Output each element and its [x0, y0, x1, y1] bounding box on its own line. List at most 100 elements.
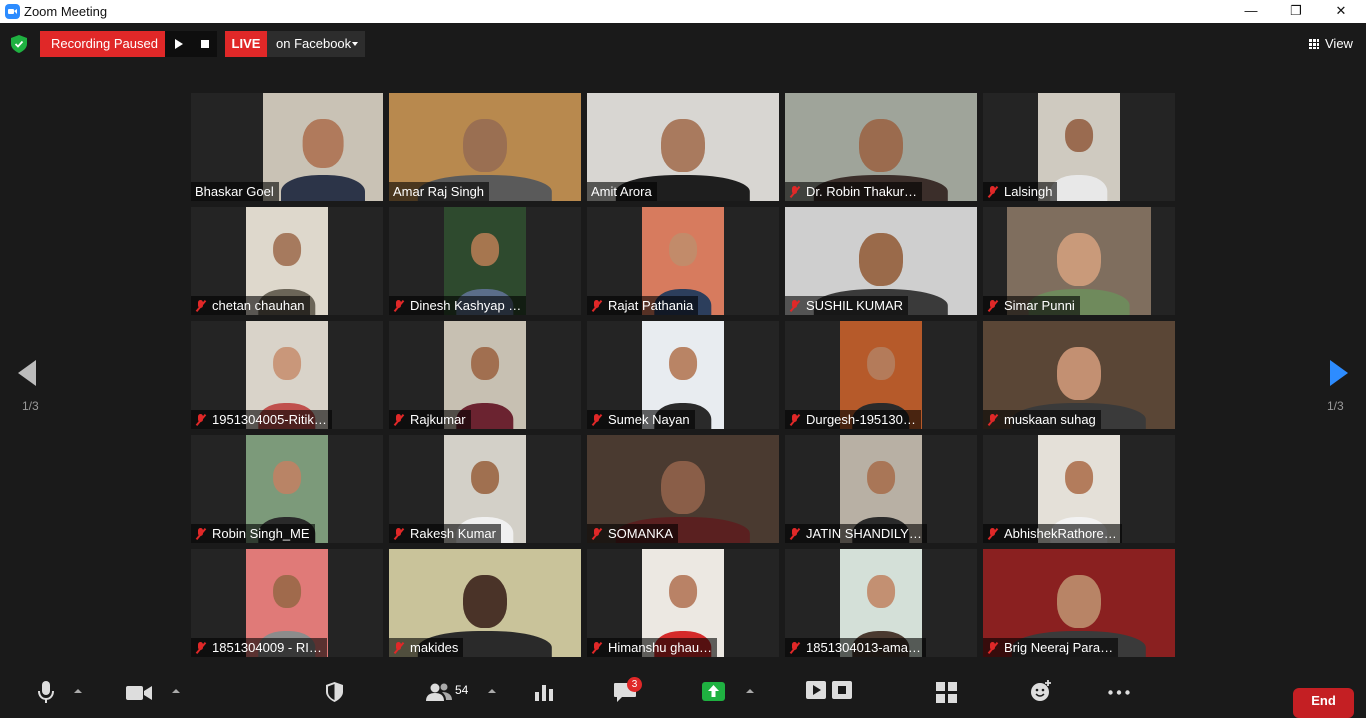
- page-indicator-left: 1/3: [22, 399, 39, 413]
- participant-body: [1050, 175, 1108, 201]
- resume-recording-icon[interactable]: [175, 39, 183, 49]
- participant-face: [1065, 460, 1093, 495]
- video-options-caret-icon[interactable]: [172, 689, 180, 693]
- participant-tile[interactable]: Simar Punni: [983, 207, 1175, 315]
- participant-tile[interactable]: 1951304005-Ritik…: [191, 321, 383, 429]
- participant-tile[interactable]: 1851304013-ama…: [785, 549, 977, 657]
- participant-name: SUSHIL KUMAR: [806, 298, 904, 313]
- participant-name-tag: Himanshu ghau…: [587, 638, 718, 657]
- participant-tile[interactable]: Himanshu ghau…: [587, 549, 779, 657]
- participant-tile[interactable]: Rakesh Kumar: [389, 435, 581, 543]
- microphone-icon[interactable]: [38, 680, 54, 704]
- participant-tile[interactable]: Robin Singh_ME: [191, 435, 383, 543]
- participant-face: [302, 118, 344, 168]
- stop-recording-icon[interactable]: [201, 40, 209, 48]
- participant-name: Simar Punni: [1004, 298, 1075, 313]
- participant-face: [463, 574, 507, 628]
- participant-name-tag: Bhaskar Goel: [191, 182, 279, 201]
- muted-mic-icon: [195, 528, 207, 540]
- participant-face: [273, 460, 301, 495]
- page-indicator-right: 1/3: [1327, 399, 1344, 413]
- participant-tile[interactable]: SUSHIL KUMAR: [785, 207, 977, 315]
- zoom-logo-icon: [5, 4, 20, 19]
- previous-page-arrow-icon[interactable]: [18, 360, 36, 386]
- view-label: View: [1325, 36, 1353, 51]
- muted-mic-icon: [591, 300, 603, 312]
- participant-name: Sumek Nayan: [608, 412, 690, 427]
- recording-play-icon[interactable]: [806, 681, 826, 699]
- participant-face: [867, 460, 895, 495]
- participants-count: 54: [455, 683, 469, 697]
- live-destination-dropdown[interactable]: on Facebook: [267, 31, 365, 57]
- participant-tile[interactable]: Sumek Nayan: [587, 321, 779, 429]
- participant-tile[interactable]: Rajkumar: [389, 321, 581, 429]
- next-page-arrow-icon[interactable]: [1330, 360, 1348, 386]
- reactions-icon[interactable]: [1030, 680, 1052, 702]
- participant-name: Rajkumar: [410, 412, 466, 427]
- share-options-caret-icon[interactable]: [746, 689, 754, 693]
- participant-name-tag: Simar Punni: [983, 296, 1080, 315]
- security-shield-icon[interactable]: [326, 682, 343, 702]
- participant-tile[interactable]: muskaan suhag: [983, 321, 1175, 429]
- minimize-button[interactable]: —: [1228, 0, 1274, 23]
- participant-face: [273, 574, 301, 609]
- participant-tile[interactable]: Dr. Robin Thakur…: [785, 93, 977, 201]
- participant-tile[interactable]: Bhaskar Goel: [191, 93, 383, 201]
- participant-face: [669, 346, 697, 381]
- participant-tile[interactable]: Amar Raj Singh: [389, 93, 581, 201]
- participant-tile[interactable]: Lalsingh: [983, 93, 1175, 201]
- participants-options-caret-icon[interactable]: [488, 689, 496, 693]
- encryption-shield-icon[interactable]: [11, 35, 27, 53]
- more-options-icon[interactable]: [1108, 690, 1130, 695]
- video-camera-icon[interactable]: [126, 685, 152, 701]
- end-meeting-button[interactable]: End: [1293, 688, 1354, 718]
- participant-tile[interactable]: JATIN SHANDILY…: [785, 435, 977, 543]
- gallery-grid-icon: [1309, 39, 1319, 49]
- live-badge: LIVE: [225, 31, 267, 57]
- participant-tile[interactable]: Dinesh Kashyap …: [389, 207, 581, 315]
- participant-tile[interactable]: SOMANKA: [587, 435, 779, 543]
- share-screen-icon[interactable]: [702, 682, 725, 701]
- participant-name: Dinesh Kashyap …: [410, 298, 522, 313]
- muted-mic-icon: [987, 414, 999, 426]
- muted-mic-icon: [987, 642, 999, 654]
- recording-stop-icon[interactable]: [832, 681, 852, 699]
- participant-name: Bhaskar Goel: [195, 184, 274, 199]
- participant-name: Himanshu ghau…: [608, 640, 713, 655]
- live-destination-label: on Facebook: [276, 36, 352, 51]
- gallery-grid: Bhaskar Goel Amar Raj Singh Amit Arora Dr. …: [191, 93, 1175, 657]
- audio-options-caret-icon[interactable]: [74, 689, 82, 693]
- participant-tile[interactable]: Brig Neeraj Para…: [983, 549, 1175, 657]
- participant-tile[interactable]: makides: [389, 549, 581, 657]
- participant-tile[interactable]: Durgesh-195130…: [785, 321, 977, 429]
- maximize-button[interactable]: ❐: [1273, 0, 1319, 23]
- muted-mic-icon: [195, 642, 207, 654]
- participant-name-tag: Durgesh-195130…: [785, 410, 921, 429]
- participant-face: [661, 118, 705, 172]
- participant-face: [1065, 118, 1093, 153]
- participant-tile[interactable]: 1851304009 - RI…: [191, 549, 383, 657]
- participant-tile[interactable]: chetan chauhan: [191, 207, 383, 315]
- participant-face: [1057, 346, 1101, 400]
- breakout-rooms-icon[interactable]: [936, 682, 957, 703]
- view-button[interactable]: View: [1306, 34, 1361, 54]
- participant-face: [867, 346, 895, 381]
- muted-mic-icon: [789, 414, 801, 426]
- participant-name-tag: 1851304009 - RI…: [191, 638, 327, 657]
- participant-tile[interactable]: AbhishekRathore…: [983, 435, 1175, 543]
- muted-mic-icon: [987, 528, 999, 540]
- participant-name: Dr. Robin Thakur…: [806, 184, 918, 199]
- participant-name: AbhishekRathore…: [1004, 526, 1117, 541]
- polls-chart-icon[interactable]: [535, 683, 553, 701]
- participant-name-tag: Rajkumar: [389, 410, 471, 429]
- participant-name-tag: Brig Neeraj Para…: [983, 638, 1119, 657]
- muted-mic-icon: [789, 186, 801, 198]
- close-button[interactable]: ✕: [1318, 0, 1364, 23]
- participant-name: JATIN SHANDILY…: [806, 526, 922, 541]
- participant-tile[interactable]: Amit Arora: [587, 93, 779, 201]
- participants-icon[interactable]: [426, 682, 452, 702]
- participant-name: 1851304009 - RI…: [212, 640, 322, 655]
- participant-name-tag: makides: [389, 638, 464, 657]
- participant-tile[interactable]: Rajat Pathania: [587, 207, 779, 315]
- participant-name-tag: 1951304005-Ritik…: [191, 410, 332, 429]
